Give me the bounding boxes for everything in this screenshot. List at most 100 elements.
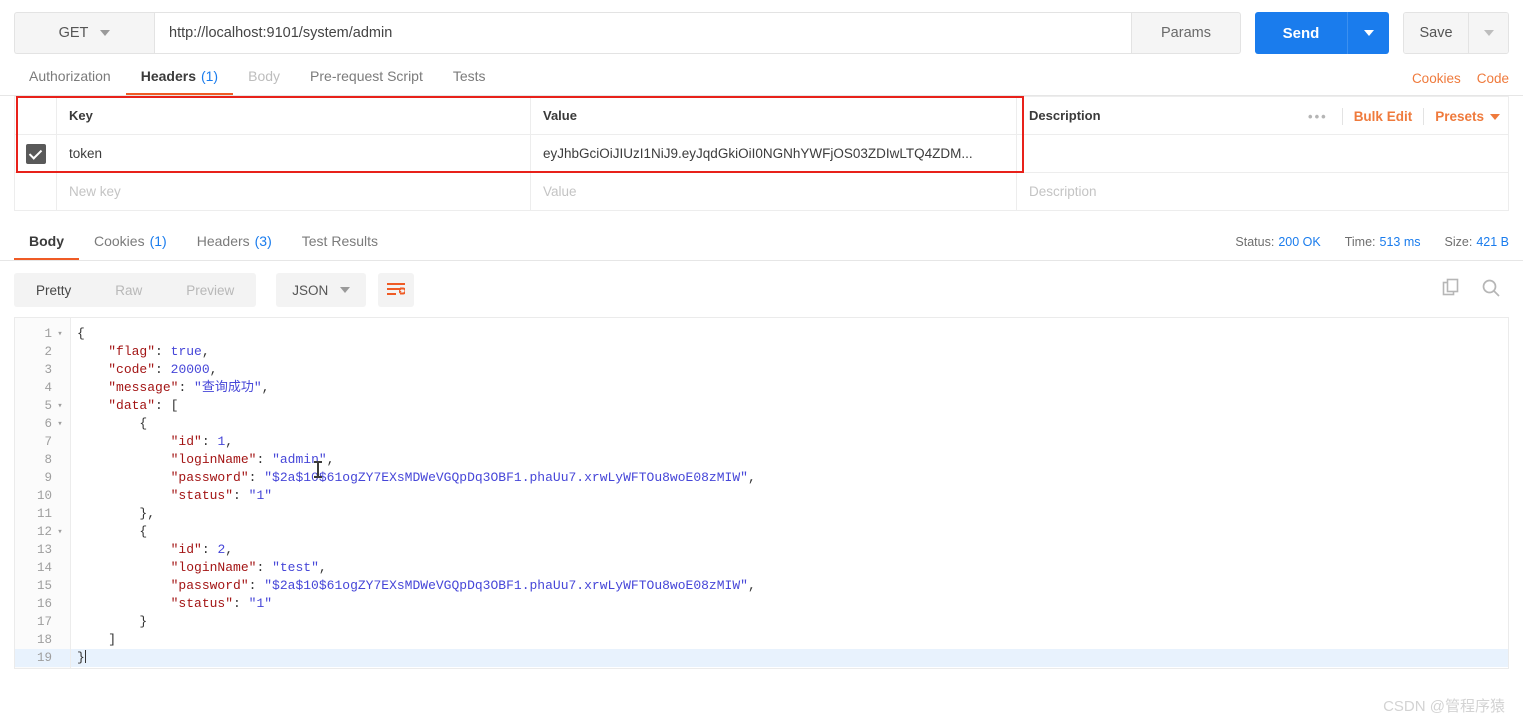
- new-row-checkbox-cell: [14, 172, 57, 211]
- format-selector[interactable]: JSON: [276, 273, 367, 307]
- header-value-text: eyJhbGciOiJIUzI1NiJ9.eyJqdGkiOiI0NGNhYWF…: [543, 146, 973, 161]
- fold-arrow-icon[interactable]: ▾: [54, 415, 66, 433]
- response-meta: Status: 200 OK Time: 513 ms Size: 421 B: [1235, 235, 1509, 260]
- text-caret: [84, 650, 86, 663]
- line-number: 12 ▾: [15, 523, 70, 541]
- chevron-down-icon: [1363, 30, 1374, 36]
- json-token: ,: [318, 560, 327, 575]
- word-wrap-icon: [387, 282, 406, 295]
- code-line: },: [71, 505, 1508, 523]
- size-badge: Size: 421 B: [1445, 235, 1509, 249]
- tab-tests[interactable]: Tests: [438, 58, 501, 95]
- row-checkbox-cell: [14, 134, 57, 173]
- request-tab-bar: Authorization Headers (1) Body Pre-reque…: [0, 58, 1523, 96]
- code-line: "loginName": "test",: [71, 559, 1508, 577]
- json-token: "status": [170, 596, 234, 611]
- code-line: "status": "1": [71, 487, 1508, 505]
- more-options-icon[interactable]: •••: [1305, 109, 1331, 124]
- row-value-cell[interactable]: eyJhbGciOiJIUzI1NiJ9.eyJqdGkiOiI0NGNhYWF…: [530, 134, 1017, 173]
- tab-label: Cookies: [94, 232, 145, 249]
- tab-label: Authorization: [29, 67, 111, 84]
- headers-table-actions: ••• Bulk Edit Presets: [1305, 97, 1500, 135]
- json-token: },: [139, 506, 156, 521]
- tab-label: Pre-request Script: [310, 67, 423, 84]
- view-mode-pretty[interactable]: Pretty: [14, 273, 94, 307]
- divider: [1423, 107, 1425, 125]
- tab-headers[interactable]: Headers (1): [125, 58, 234, 95]
- time-label: Time:: [1344, 235, 1376, 249]
- request-url-bar: GET http://localhost:9101/system/admin P…: [0, 0, 1523, 58]
- word-wrap-button[interactable]: [378, 273, 415, 307]
- line-number: 7: [44, 435, 52, 449]
- tab-pre-request-script[interactable]: Pre-request Script: [295, 58, 438, 95]
- table-row: token eyJhbGciOiJIUzI1NiJ9.eyJqdGkiOiI0N…: [14, 134, 1509, 173]
- response-body-editor[interactable]: 1 ▾ 2 3 4 5 ▾ 6 ▾ 7 8 9 10 11 12 ▾ 13 14 15 16 17 18 19 { "fla…: [14, 317, 1509, 669]
- send-button[interactable]: Send: [1255, 12, 1347, 54]
- line-number: 10: [36, 489, 52, 503]
- tab-label: Body: [29, 232, 64, 249]
- tab-label: Test Results: [301, 232, 379, 249]
- column-header-value: Value: [530, 96, 1017, 135]
- response-tab-test-results[interactable]: Test Results: [287, 223, 393, 260]
- code-line: "status": "1": [71, 595, 1508, 613]
- row-description-cell[interactable]: [1016, 134, 1509, 173]
- json-token: :: [201, 434, 218, 449]
- json-token: "data": [108, 398, 156, 413]
- json-token: ,: [747, 470, 756, 485]
- tab-label: Body: [248, 67, 281, 84]
- fold-arrow-icon[interactable]: ▾: [54, 325, 66, 343]
- json-token: :: [155, 362, 171, 377]
- request-links: Cookies Code: [1412, 71, 1509, 95]
- line-number: 16: [36, 597, 52, 611]
- size-label: Size:: [1444, 235, 1473, 249]
- response-tab-bar: Body Cookies (1) Headers (3) Test Result…: [0, 221, 1523, 261]
- text-cursor-icon: [314, 461, 322, 478]
- format-label: JSON: [292, 282, 329, 298]
- response-tab-headers[interactable]: Headers (3): [182, 223, 287, 260]
- line-number: 13: [36, 543, 52, 557]
- presets-label: Presets: [1435, 108, 1484, 124]
- http-method-selector[interactable]: GET: [14, 12, 154, 54]
- json-token: "1": [248, 488, 273, 503]
- column-header-description: Description ••• Bulk Edit Presets: [1016, 96, 1509, 135]
- chevron-down-icon: [340, 287, 351, 293]
- presets-dropdown[interactable]: Presets: [1435, 109, 1500, 124]
- cookies-link[interactable]: Cookies: [1412, 71, 1461, 86]
- send-button-group: Send: [1255, 12, 1389, 54]
- json-token: "test": [272, 560, 319, 575]
- bulk-edit-link[interactable]: Bulk Edit: [1354, 109, 1413, 124]
- fold-arrow-icon[interactable]: ▾: [54, 397, 66, 415]
- view-mode-preview[interactable]: Preview: [164, 273, 256, 307]
- view-mode-raw[interactable]: Raw: [93, 273, 164, 307]
- tab-body[interactable]: Body: [233, 58, 295, 95]
- send-options-button[interactable]: [1347, 12, 1389, 54]
- response-tab-body[interactable]: Body: [14, 223, 79, 260]
- search-icon[interactable]: [1481, 278, 1501, 303]
- new-row-description-cell[interactable]: Description: [1016, 172, 1509, 211]
- new-row-key-cell[interactable]: New key: [56, 172, 531, 211]
- json-token: "loginName": [170, 452, 257, 467]
- params-button[interactable]: Params: [1131, 12, 1241, 54]
- tab-authorization[interactable]: Authorization: [14, 58, 126, 95]
- new-row-value-cell[interactable]: Value: [530, 172, 1017, 211]
- save-options-button[interactable]: [1468, 13, 1508, 53]
- line-number: 18: [36, 633, 52, 647]
- json-code-content[interactable]: { "flag": true, "code": 20000, "message"…: [71, 318, 1508, 668]
- code-line: "loginName": "admin",: [71, 451, 1508, 469]
- json-token: true: [170, 344, 202, 359]
- fold-arrow-icon[interactable]: ▾: [54, 523, 66, 541]
- tab-label: Headers: [196, 232, 250, 249]
- size-value: 421 B: [1476, 235, 1509, 249]
- column-header-key: Key: [56, 96, 531, 135]
- json-token: {: [139, 416, 148, 431]
- line-number-gutter: 1 ▾ 2 3 4 5 ▾ 6 ▾ 7 8 9 10 11 12 ▾ 13 14 15 16 17 18 19: [15, 318, 71, 668]
- save-button[interactable]: Save: [1404, 13, 1468, 53]
- row-key-cell[interactable]: token: [56, 134, 531, 173]
- json-token: :: [248, 470, 265, 485]
- code-link[interactable]: Code: [1477, 71, 1509, 86]
- json-token: "id": [170, 434, 202, 449]
- url-input[interactable]: http://localhost:9101/system/admin: [154, 12, 1131, 54]
- response-tab-cookies[interactable]: Cookies (1): [79, 223, 182, 260]
- row-checkbox[interactable]: [25, 143, 46, 164]
- copy-icon[interactable]: [1441, 278, 1461, 303]
